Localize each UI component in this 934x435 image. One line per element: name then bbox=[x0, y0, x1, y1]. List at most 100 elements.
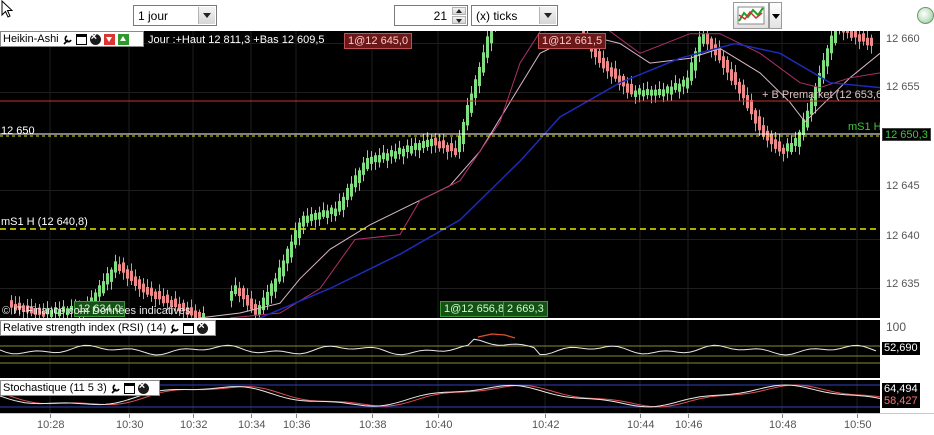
close-icon[interactable] bbox=[137, 380, 149, 394]
candle-body bbox=[462, 121, 465, 145]
window-icon[interactable] bbox=[75, 33, 87, 45]
candle-body bbox=[238, 287, 241, 297]
toolbar: 1 jour 21 (x) ticks bbox=[0, 0, 934, 31]
indicators-button[interactable] bbox=[733, 2, 769, 29]
candle-body bbox=[250, 298, 253, 310]
candle-body bbox=[822, 60, 825, 80]
candle-body bbox=[314, 212, 317, 220]
time-tick bbox=[688, 414, 689, 418]
candle-body bbox=[298, 222, 301, 239]
candle-body bbox=[122, 262, 125, 273]
chevron-down-icon[interactable] bbox=[198, 7, 215, 24]
candle-body bbox=[158, 291, 161, 300]
period-select[interactable]: 1 jour bbox=[133, 5, 217, 26]
candle-body bbox=[758, 116, 761, 131]
move-down-icon[interactable] bbox=[103, 33, 115, 45]
candle-body bbox=[302, 215, 305, 227]
price-tick: 12 635 bbox=[886, 278, 920, 290]
stochastic-axis[interactable]: 64,494 58,427 bbox=[880, 380, 934, 413]
candle-body bbox=[778, 141, 781, 152]
candle-body bbox=[830, 35, 833, 54]
candle-body bbox=[734, 72, 737, 85]
chevron-down-icon[interactable] bbox=[539, 7, 556, 24]
window-icon[interactable] bbox=[123, 382, 135, 394]
time-label: 10:32 bbox=[180, 419, 208, 431]
candle-body bbox=[106, 273, 109, 285]
close-icon[interactable] bbox=[89, 31, 101, 45]
candle-body bbox=[794, 138, 797, 146]
candle-body bbox=[142, 283, 145, 293]
stepper-down-icon[interactable] bbox=[452, 16, 466, 24]
order-label-top-1: 1@12 645,0 bbox=[344, 33, 413, 49]
candle-body bbox=[718, 48, 721, 61]
status-globe-icon[interactable] bbox=[917, 7, 934, 24]
candle-body bbox=[722, 56, 725, 68]
candle-body bbox=[862, 33, 865, 42]
chart-indicator-icon bbox=[737, 6, 765, 25]
candle-body bbox=[306, 215, 309, 223]
stochastic-value-tag-2: 58,427 bbox=[882, 395, 920, 408]
rsi-axis[interactable]: 100 52,690 bbox=[880, 320, 934, 378]
level-label-ms1-right: mS1 H bbox=[848, 121, 880, 133]
rsi-panel[interactable]: Relative strength index (RSI) (14) bbox=[0, 320, 880, 378]
candle-body bbox=[402, 148, 405, 157]
candle-body bbox=[198, 311, 201, 318]
candle-body bbox=[650, 89, 653, 96]
candle-body bbox=[334, 208, 337, 217]
level-label-12650: 12 650 bbox=[1, 125, 35, 137]
rsi-overbought-segment bbox=[477, 333, 516, 339]
period-select-value: 1 jour bbox=[138, 9, 169, 23]
tick-unit-select[interactable]: (x) ticks bbox=[471, 5, 558, 26]
time-label: 10:42 bbox=[532, 419, 560, 431]
rsi-axis-max: 100 bbox=[886, 320, 907, 334]
candle-body bbox=[398, 147, 401, 155]
candle-body bbox=[450, 143, 453, 152]
candle-body bbox=[858, 34, 861, 42]
wrench-icon[interactable] bbox=[62, 34, 73, 45]
tick-unit-value: (x) ticks bbox=[476, 9, 518, 23]
candle-body bbox=[434, 137, 437, 146]
candle-body bbox=[478, 66, 481, 87]
time-axis[interactable]: 10:28 10:30 10:32 10:34 10:36 10:38 10:40 10:42… bbox=[0, 413, 934, 435]
indicators-dropdown-button[interactable] bbox=[769, 2, 782, 29]
time-label: 10:40 bbox=[425, 419, 453, 431]
candle-body bbox=[138, 279, 141, 290]
order-label-top-2: 1@12 661,5 bbox=[538, 33, 607, 49]
tick-count-value: 21 bbox=[433, 9, 447, 23]
candle-body bbox=[350, 183, 353, 197]
candle-body bbox=[194, 310, 197, 318]
tick-count-stepper[interactable]: 21 bbox=[394, 5, 468, 26]
price-chart[interactable] bbox=[0, 31, 880, 318]
stepper-up-icon[interactable] bbox=[452, 7, 466, 15]
candle-body bbox=[110, 269, 113, 282]
candle-body bbox=[834, 31, 837, 43]
price-axis[interactable]: 12 660 12 655 12 645 12 640 12 635 12 65… bbox=[880, 31, 934, 318]
time-tick bbox=[640, 414, 641, 418]
time-label: 10:28 bbox=[37, 419, 65, 431]
trading-app: 1 jour 21 (x) ticks Heikin-Ashi × Jour:… bbox=[0, 0, 934, 435]
candle-body bbox=[162, 295, 165, 304]
time-label: 10:44 bbox=[627, 419, 655, 431]
candle-body bbox=[866, 37, 869, 46]
candle-body bbox=[730, 69, 733, 81]
price-chart-panel[interactable]: Heikin-Ashi Jour :+Haut 12 811,3 +Bas 12… bbox=[0, 31, 880, 318]
candle-body bbox=[322, 210, 325, 217]
candle-body bbox=[674, 82, 677, 90]
candle-body bbox=[634, 90, 637, 97]
candle-body bbox=[598, 51, 601, 63]
time-tick bbox=[545, 414, 546, 418]
candle-body bbox=[642, 90, 645, 97]
stochastic-panel[interactable]: Stochastique (11 5 3) bbox=[0, 380, 880, 413]
close-icon[interactable] bbox=[197, 320, 209, 334]
candle-body bbox=[746, 95, 749, 109]
wrench-icon[interactable] bbox=[110, 383, 121, 394]
candle-body bbox=[466, 104, 469, 126]
candle-body bbox=[234, 285, 237, 295]
candle-body bbox=[338, 201, 341, 212]
candle-body bbox=[826, 48, 829, 67]
candle-body bbox=[790, 142, 793, 153]
window-icon[interactable] bbox=[183, 322, 195, 334]
wrench-icon[interactable] bbox=[169, 323, 180, 334]
move-up-icon[interactable] bbox=[117, 33, 129, 45]
time-tick bbox=[251, 414, 252, 418]
